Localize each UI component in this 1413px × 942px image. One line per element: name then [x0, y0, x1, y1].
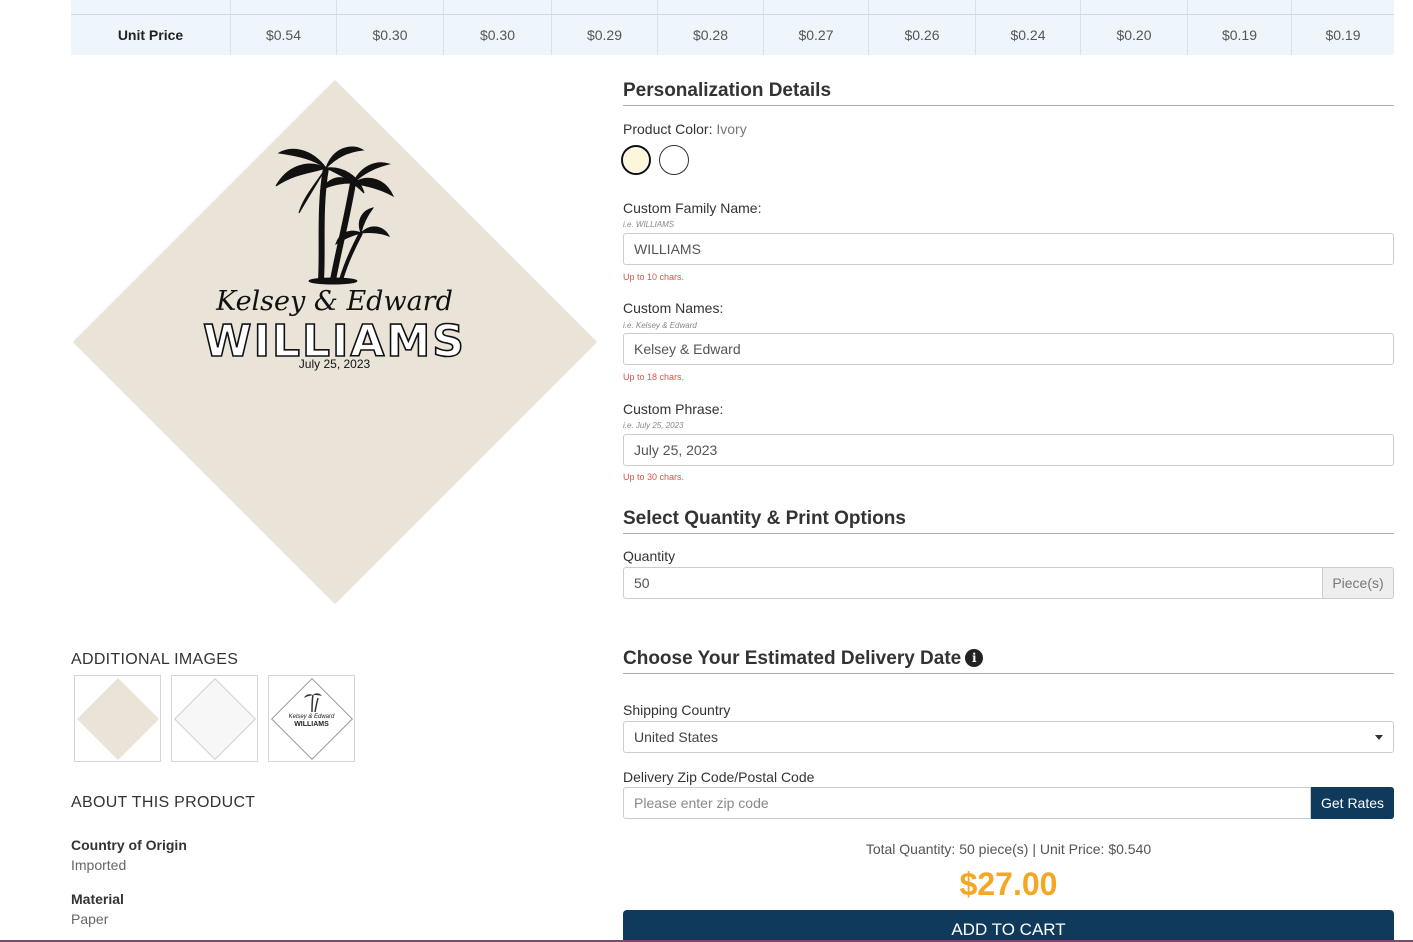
price-cell: $0.30	[337, 0, 444, 55]
mini-palm-icon	[304, 693, 322, 712]
thumbnail-white[interactable]	[171, 675, 258, 762]
info-icon[interactable]: i	[965, 649, 984, 667]
price-cell: $0.54	[231, 0, 337, 55]
color-label-text: Product Color:	[623, 121, 713, 137]
total-price: $27.00	[959, 866, 1058, 902]
preview-names: Kelsey & Edward	[216, 286, 453, 317]
shipping-country-label: Shipping Country	[623, 702, 731, 718]
thumbnail-design[interactable]: Kelsey & Edward WILLIAMS	[268, 675, 355, 762]
personalization-heading: Personalization Details	[623, 80, 1394, 106]
zip-label: Delivery Zip Code/Postal Code	[623, 769, 815, 785]
family-name-label: Custom Family Name:	[623, 200, 762, 216]
quantity-unit: Piece(s)	[1323, 567, 1394, 599]
delivery-heading-text: Choose Your Estimated Delivery Date	[623, 648, 962, 669]
palm-trees-icon	[275, 146, 395, 285]
napkin-ivory-thumb	[76, 677, 159, 760]
zip-group: Please enter zip code Get Rates	[623, 787, 1394, 819]
swatch-white[interactable]	[659, 145, 689, 175]
origin-value: Imported	[71, 857, 127, 873]
price-cell: $0.27	[764, 0, 869, 55]
quantity-group: 50 Piece(s)	[623, 567, 1394, 599]
color-value-text: Ivory	[716, 121, 747, 137]
family-name-hint: i.e. WILLIAMS	[623, 220, 675, 229]
napkin-white-thumb	[173, 677, 256, 760]
order-summary: Total Quantity: 50 piece(s) | Unit Price…	[865, 841, 1152, 857]
shipping-country-value: United States	[634, 729, 719, 745]
custom-names-label: Custom Names:	[623, 300, 724, 316]
family-name-input[interactable]: WILLIAMS	[623, 233, 1394, 265]
mini-names: Kelsey & Edward	[288, 714, 335, 720]
product-image[interactable]: Kelsey & Edward WILLIAMS July 25, 2023	[71, 78, 598, 605]
family-name-limit: Up to 10 chars.	[623, 272, 685, 282]
price-cell: $0.26	[869, 0, 976, 55]
price-table: Unit Price $0.54 $0.30 $0.30 $0.29 $0.28…	[71, 0, 1394, 55]
add-to-cart-button[interactable]: ADD TO CART	[623, 910, 1394, 942]
get-rates-button[interactable]: Get Rates	[1311, 787, 1394, 819]
material-value: Paper	[71, 911, 109, 927]
custom-phrase-hint: i.e. July 25, 2023	[623, 421, 684, 430]
mini-family: WILLIAMS	[294, 721, 329, 728]
material-key: Material	[71, 891, 124, 907]
custom-phrase-label: Custom Phrase:	[623, 401, 724, 417]
price-cell: $0.19	[1325, 27, 1361, 43]
price-cell: $0.29	[552, 0, 658, 55]
additional-images-label: ADDITIONAL IMAGES	[71, 651, 239, 668]
table-divider	[71, 14, 1394, 15]
custom-names-hint: i.e. Kelsey & Edward	[623, 321, 697, 330]
zip-input[interactable]: Please enter zip code	[623, 787, 1311, 819]
chevron-down-icon	[1375, 735, 1383, 740]
custom-phrase-limit: Up to 30 chars.	[623, 472, 685, 482]
quantity-heading: Select Quantity & Print Options	[623, 508, 1394, 534]
unit-price-label: Unit Price	[71, 0, 231, 55]
product-color-label: Product Color: Ivory	[623, 121, 1394, 137]
delivery-heading: Choose Your Estimated Delivery Date i	[623, 648, 1394, 674]
preview-phrase: July 25, 2023	[298, 357, 371, 371]
shipping-country-select[interactable]: United States	[623, 721, 1394, 753]
custom-names-limit: Up to 18 chars.	[623, 372, 685, 382]
custom-phrase-input[interactable]: July 25, 2023	[623, 434, 1394, 466]
about-label: ABOUT THIS PRODUCT	[71, 794, 256, 811]
quantity-label: Quantity	[623, 548, 676, 564]
custom-names-input[interactable]: Kelsey & Edward	[623, 333, 1394, 365]
quantity-input[interactable]: 50	[623, 567, 1323, 599]
price-cell: $0.24	[976, 0, 1081, 55]
price-cell: $0.20	[1081, 0, 1188, 55]
swatch-ivory[interactable]	[621, 145, 651, 175]
price-cell: $0.30	[444, 0, 552, 55]
price-cell: $0.19	[1188, 0, 1292, 55]
thumbnail-ivory[interactable]	[74, 675, 161, 762]
price-cell: $0.28	[658, 0, 764, 55]
origin-key: Country of Origin	[71, 837, 187, 853]
